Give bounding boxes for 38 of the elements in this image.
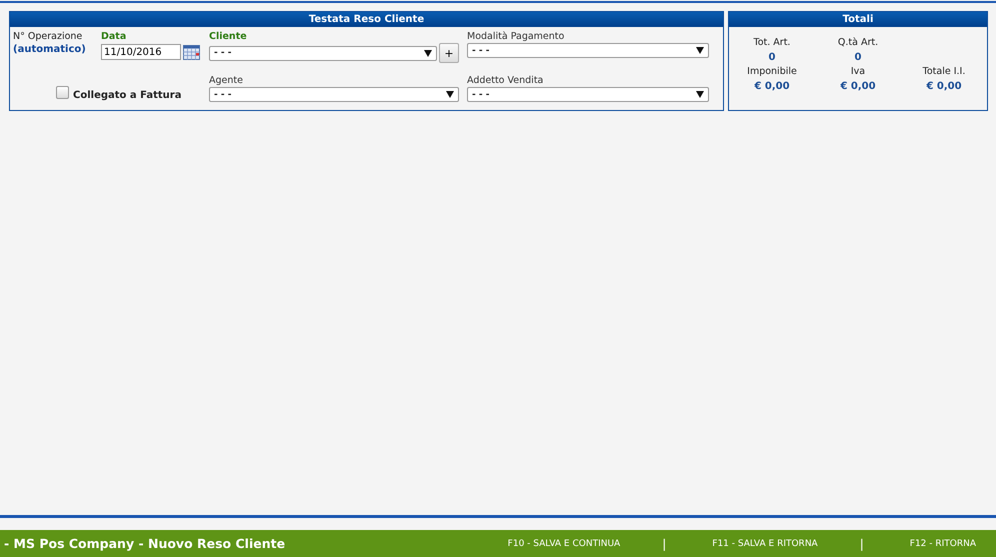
total-label: Totale I.I. [922, 66, 966, 77]
select-field[interactable]: - - - [209, 46, 437, 60]
shortcut-link[interactable]: F12 - RITORNA [910, 538, 976, 548]
total-value: € 0,00 [754, 81, 790, 92]
select-field[interactable]: - - - [209, 87, 459, 102]
caret-icon [446, 91, 454, 98]
total-label: Tot. Art. [754, 37, 790, 48]
calendar-icon[interactable] [183, 44, 200, 60]
shortcut-link[interactable]: F10 - SALVA E CONTINUA [508, 538, 620, 548]
date-field[interactable]: 11/10/2016 [101, 44, 181, 60]
select-field[interactable]: - - - [467, 87, 709, 102]
separator: | [662, 536, 666, 550]
footer-title: - MS Pos Company - Nuovo Reso Cliente [4, 536, 286, 551]
caret-icon [424, 50, 432, 56]
total-value: 0 [768, 52, 776, 63]
total-value: € 0,00 [926, 81, 962, 92]
select-field[interactable]: - - - [467, 43, 709, 58]
separator: | [860, 536, 864, 550]
field-label: Modalità Pagamento [467, 31, 566, 42]
checkbox-label: Collegato a Fattura [73, 90, 182, 100]
total-value: 0 [854, 52, 862, 63]
field-label: Data [101, 31, 128, 42]
add-button[interactable]: + [439, 43, 459, 63]
field-label: Agente [209, 75, 244, 86]
total-label: Imponibile [747, 66, 797, 77]
total-label: Iva [850, 66, 866, 77]
field-label: N° Operazione [13, 31, 84, 42]
total-label: Q.tà Art. [838, 37, 878, 48]
shortcut-link[interactable]: F11 - SALVA E RITORNA [712, 538, 818, 548]
field-label: Cliente [209, 31, 248, 42]
field-label: Addetto Vendita [467, 75, 544, 86]
operation-number: (automatico) [13, 44, 87, 55]
panel-title: Testata Reso Cliente [10, 12, 723, 27]
total-value: € 0,00 [840, 81, 876, 92]
caret-icon [696, 91, 704, 98]
panel-title: Totali [729, 12, 987, 27]
caret-icon [696, 47, 704, 54]
checkbox[interactable] [56, 86, 69, 98]
